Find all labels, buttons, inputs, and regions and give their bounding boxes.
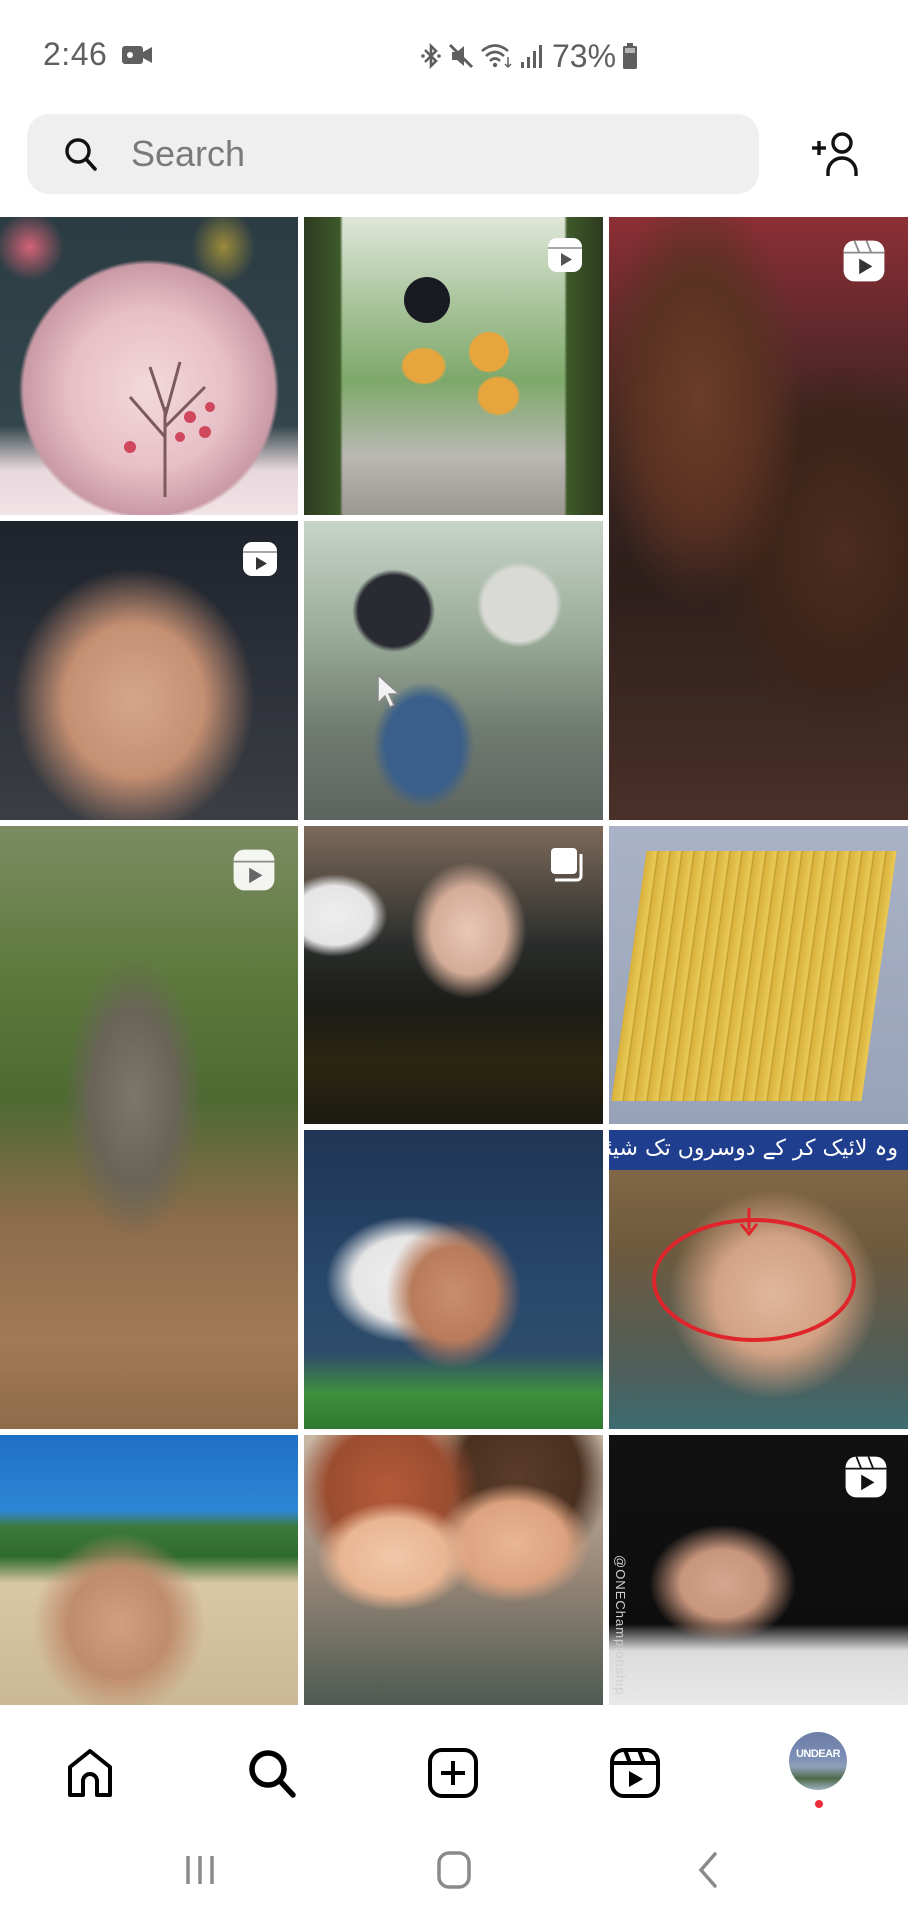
status-bar: 2:46 73% xyxy=(0,0,908,110)
bluetooth-icon xyxy=(421,42,441,70)
search-input[interactable] xyxy=(131,114,731,194)
explore-tile[interactable] xyxy=(0,521,298,820)
explore-tile[interactable] xyxy=(304,1130,603,1429)
tile-image xyxy=(0,826,298,1429)
watermark-handle: @ONEChampionship xyxy=(613,1555,628,1696)
status-time: 2:46 xyxy=(43,36,108,72)
explore-tile[interactable] xyxy=(0,1435,298,1705)
battery-icon xyxy=(623,43,638,69)
back-icon xyxy=(698,1852,717,1888)
video-recording-icon xyxy=(122,46,152,64)
reels-icon xyxy=(610,1748,660,1798)
battery-percent: 73% xyxy=(552,37,617,74)
explore-tile[interactable] xyxy=(0,826,298,1429)
wifi-icon xyxy=(481,44,512,69)
recents-icon xyxy=(186,1856,214,1884)
cursor-icon xyxy=(377,673,401,709)
explore-tile[interactable] xyxy=(304,217,603,515)
character-head xyxy=(469,332,509,372)
tile-image xyxy=(304,1435,603,1705)
explore-tile[interactable] xyxy=(304,826,603,1124)
explore-tile[interactable]: @ONEChampionship xyxy=(609,1435,908,1705)
home-circle-icon xyxy=(437,1851,471,1889)
home-icon xyxy=(68,1749,112,1797)
nav-search[interactable] xyxy=(244,1745,300,1801)
explore-tile[interactable] xyxy=(609,826,908,1124)
add-square-icon xyxy=(428,1748,478,1798)
nav-home[interactable] xyxy=(62,1745,118,1801)
tile-image xyxy=(304,1130,603,1429)
nav-reels[interactable] xyxy=(607,1745,663,1801)
mute-icon xyxy=(448,43,474,69)
tile-image xyxy=(304,521,603,820)
tile-image xyxy=(609,217,908,820)
explore-tile[interactable] xyxy=(304,521,603,820)
reels-icon xyxy=(548,238,582,272)
reels-icon xyxy=(843,240,885,282)
nav-create[interactable] xyxy=(425,1745,481,1801)
carousel-icon xyxy=(551,848,583,882)
system-nav xyxy=(0,1815,908,1920)
reels-icon xyxy=(845,1456,887,1498)
explore-tile[interactable] xyxy=(304,1435,603,1705)
explore-tile[interactable]: وہ لائیک کر کے دوسروں تک شیئر کریں xyxy=(609,1130,908,1429)
explore-tile[interactable] xyxy=(609,217,908,820)
reels-icon xyxy=(233,849,275,891)
tree-illustration xyxy=(124,361,215,497)
status-icons: 73% xyxy=(420,36,638,76)
character-head xyxy=(404,277,450,323)
red-circle-annotation xyxy=(652,1208,856,1342)
search-icon xyxy=(65,138,97,171)
avatar[interactable]: UNDEAR xyxy=(789,1732,847,1790)
recents-button[interactable] xyxy=(170,1845,230,1895)
back-button[interactable] xyxy=(678,1845,738,1895)
urdu-caption: وہ لائیک کر کے دوسروں تک شیئر کریں xyxy=(609,1130,908,1170)
bottom-nav: UNDEAR xyxy=(0,1705,908,1815)
search-icon xyxy=(249,1750,296,1798)
gold-bars xyxy=(611,851,897,1101)
notification-dot xyxy=(815,1800,823,1808)
explore-grid: وہ لائیک کر کے دوسروں تک شیئر کریں @ONEC… xyxy=(0,217,908,1705)
tile-image xyxy=(0,1435,298,1705)
reels-icon xyxy=(243,542,277,576)
signal-icon xyxy=(521,45,542,68)
explore-tile[interactable] xyxy=(0,217,298,515)
search-bar[interactable] xyxy=(27,114,759,194)
add-person-icon[interactable] xyxy=(810,130,866,178)
avatar-text: UNDEAR xyxy=(795,1748,841,1760)
home-button[interactable] xyxy=(424,1845,484,1895)
